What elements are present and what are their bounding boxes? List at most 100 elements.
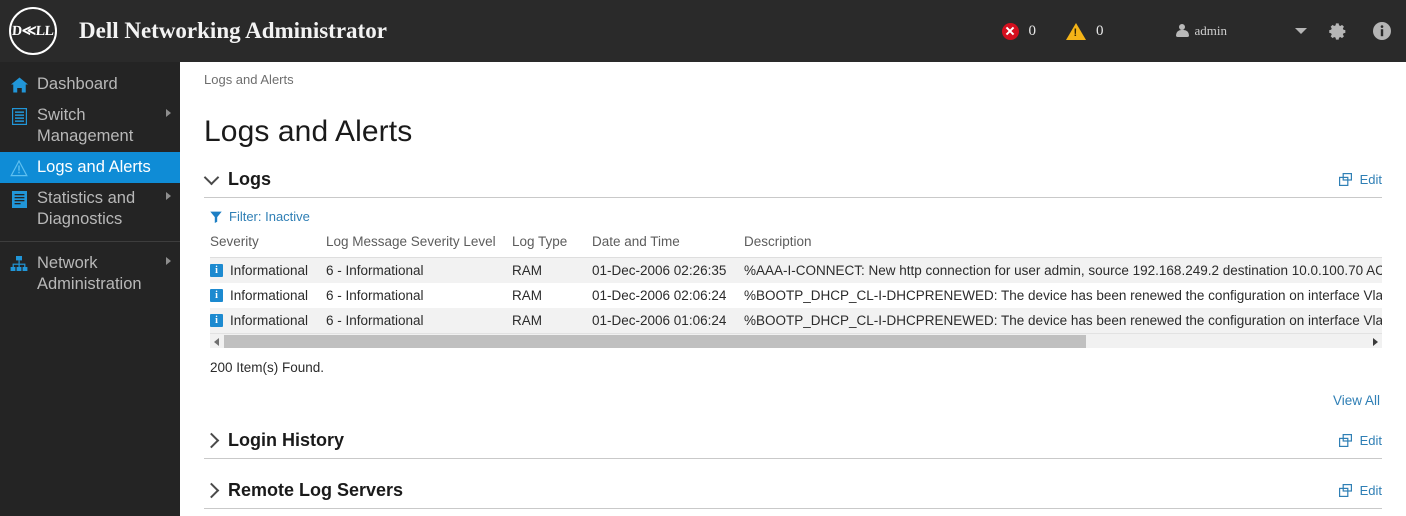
statistics-icon	[9, 189, 29, 209]
sidebar-label-switch-management: Switch Management	[37, 106, 134, 145]
filter-status-label: Filter: Inactive	[229, 209, 310, 225]
edit-copy-icon	[1338, 434, 1352, 448]
cell-severity: i Informational	[210, 257, 326, 284]
dell-logo-text: D≪LL	[11, 23, 55, 39]
user-name-label: admin	[1194, 23, 1228, 38]
chevron-right-icon-statistics-and-diagnostics[interactable]	[166, 192, 171, 200]
scroll-left-arrow-icon[interactable]	[214, 338, 219, 347]
section-header-logs[interactable]: Logs Edit	[203, 169, 1382, 197]
top-header-bar: D≪LL Dell Networking Administrator 0 0 a…	[0, 0, 1406, 62]
cell-description: %BOOTP_DHCP_CL-I-DHCPRENEWED: The device…	[744, 308, 1382, 334]
main-content: Logs and Alerts Logs and Alerts Logs Edi…	[180, 62, 1406, 516]
warning-count: 0	[1096, 22, 1104, 39]
chevron-down-icon-logs[interactable]	[203, 169, 220, 186]
sidebar-navigation: Dashboard Switch Management Logs and Ale…	[0, 62, 180, 516]
cell-datetime: 01-Dec-2006 01:06:24	[592, 308, 744, 334]
edit-label-remote-log-servers: Edit	[1359, 483, 1382, 499]
cell-log-type: RAM	[512, 257, 592, 284]
cell-description: %AAA-I-CONNECT: New http connection for …	[744, 257, 1382, 284]
warning-triangle-icon	[1066, 22, 1086, 40]
sidebar-label-statistics-and-diagnostics: Statistics and Diagnostics	[37, 189, 136, 228]
edit-copy-icon	[1338, 484, 1352, 498]
chevron-right-icon-switch-management[interactable]	[166, 109, 171, 117]
info-icon[interactable]	[1372, 21, 1392, 41]
cell-datetime: 01-Dec-2006 02:26:35	[592, 257, 744, 284]
scrollbar-thumb[interactable]	[224, 335, 1086, 349]
section-header-login-history[interactable]: Login History Edit	[203, 430, 1382, 460]
edit-link-logs[interactable]: Edit	[1338, 172, 1382, 188]
logs-table-header-row: Severity Log Message Severity Level Log …	[210, 234, 1382, 259]
cell-datetime: 01-Dec-2006 02:06:24	[592, 288, 727, 304]
cell-level: 6 - Informational	[326, 257, 512, 284]
info-severity-badge: i	[210, 289, 223, 303]
error-circle-icon	[1001, 22, 1019, 40]
gear-icon[interactable]	[1329, 22, 1348, 41]
logs-section-rule	[204, 197, 1382, 199]
dell-logo: D≪LL	[9, 7, 57, 55]
table-row[interactable]: i Informational 6 - Informational RAM 01…	[210, 308, 1382, 334]
cell-description: %BOOTP_DHCP_CL-I-DHCPRENEWED: The device…	[744, 288, 1382, 304]
column-header-description[interactable]: Description	[744, 234, 1382, 259]
error-count: 0	[1028, 22, 1037, 39]
cell-log-type: RAM	[512, 288, 542, 304]
sidebar-item-network-administration[interactable]: Network Administration	[0, 248, 180, 300]
edit-link-remote-log-servers[interactable]: Edit	[1338, 483, 1382, 499]
column-header-log-type[interactable]: Log Type	[512, 234, 592, 259]
view-all-link[interactable]: View All	[1333, 393, 1380, 408]
logs-table-container: Severity Log Message Severity Level Log …	[210, 234, 1382, 334]
column-header-log-message-severity-level[interactable]: Log Message Severity Level	[326, 234, 512, 259]
cell-level: 6 - Informational	[326, 308, 512, 334]
filter-funnel-icon	[210, 211, 222, 223]
section-title-login-history: Login History	[228, 430, 344, 451]
filter-row[interactable]: Filter: Inactive	[210, 209, 1406, 224]
breadcrumb: Logs and Alerts	[204, 72, 294, 87]
cell-severity: i Informational	[210, 308, 326, 334]
section-title-logs: Logs	[228, 169, 271, 190]
scroll-right-arrow-icon[interactable]	[1373, 338, 1378, 347]
switch-icon	[9, 106, 29, 126]
section-title-remote-log-servers: Remote Log Servers	[228, 480, 404, 501]
page-title: Logs and Alerts	[204, 115, 413, 149]
chevron-right-icon-login-history[interactable]	[203, 432, 220, 449]
alert-icon	[9, 158, 29, 178]
error-status[interactable]: 0	[1001, 22, 1037, 40]
cell-severity: i Informational	[210, 283, 326, 308]
items-found-label: 200 Item(s) Found.	[210, 360, 325, 376]
chevron-right-icon-network-administration[interactable]	[166, 257, 171, 265]
edit-label-logs: Edit	[1359, 172, 1382, 188]
status-cluster: 0 0 admin	[1001, 0, 1406, 62]
edit-copy-icon	[1338, 173, 1352, 187]
column-header-date-and-time[interactable]: Date and Time	[592, 234, 744, 259]
app-title: Dell Networking Administrator	[79, 18, 387, 43]
column-header-severity[interactable]: Severity	[210, 234, 326, 259]
info-severity-badge: i	[210, 314, 223, 328]
user-menu[interactable]: admin	[1175, 23, 1228, 39]
chevron-down-icon[interactable]	[1295, 28, 1307, 34]
home-icon	[9, 75, 29, 95]
severity-label: Informational	[230, 313, 309, 329]
sidebar-item-dashboard[interactable]: Dashboard	[0, 69, 180, 100]
sidebar-item-statistics-and-diagnostics[interactable]: Statistics and Diagnostics	[0, 183, 180, 235]
section-header-remote-log-servers[interactable]: Remote Log Servers Edit	[203, 480, 1382, 510]
severity-label: Informational	[230, 288, 309, 304]
cell-log-type: RAM	[512, 308, 592, 334]
chevron-right-icon-remote-log-servers[interactable]	[203, 482, 220, 499]
severity-label: Informational	[230, 263, 309, 279]
warning-status[interactable]: 0	[1066, 22, 1104, 40]
table-row[interactable]: i Informational 6 - Informational RAM 01…	[210, 257, 1382, 284]
network-icon	[9, 254, 29, 274]
sidebar-item-logs-and-alerts[interactable]: Logs and Alerts	[0, 152, 180, 183]
sidebar-label-dashboard: Dashboard	[37, 75, 118, 93]
user-icon	[1175, 24, 1189, 38]
horizontal-scrollbar[interactable]	[210, 333, 1382, 349]
logs-table: Severity Log Message Severity Level Log …	[210, 234, 1382, 334]
edit-link-login-history[interactable]: Edit	[1338, 433, 1382, 449]
table-row[interactable]: i Informational 6 - Informational RAM 01…	[210, 283, 1382, 308]
sidebar-divider	[0, 241, 180, 242]
info-severity-badge: i	[210, 264, 223, 278]
edit-label-login-history: Edit	[1359, 433, 1382, 449]
sidebar-item-switch-management[interactable]: Switch Management	[0, 100, 180, 152]
sidebar-label-logs-and-alerts: Logs and Alerts	[37, 158, 151, 176]
view-all-row: View All	[180, 392, 1380, 410]
sidebar-label-network-administration: Network Administration	[37, 254, 142, 293]
